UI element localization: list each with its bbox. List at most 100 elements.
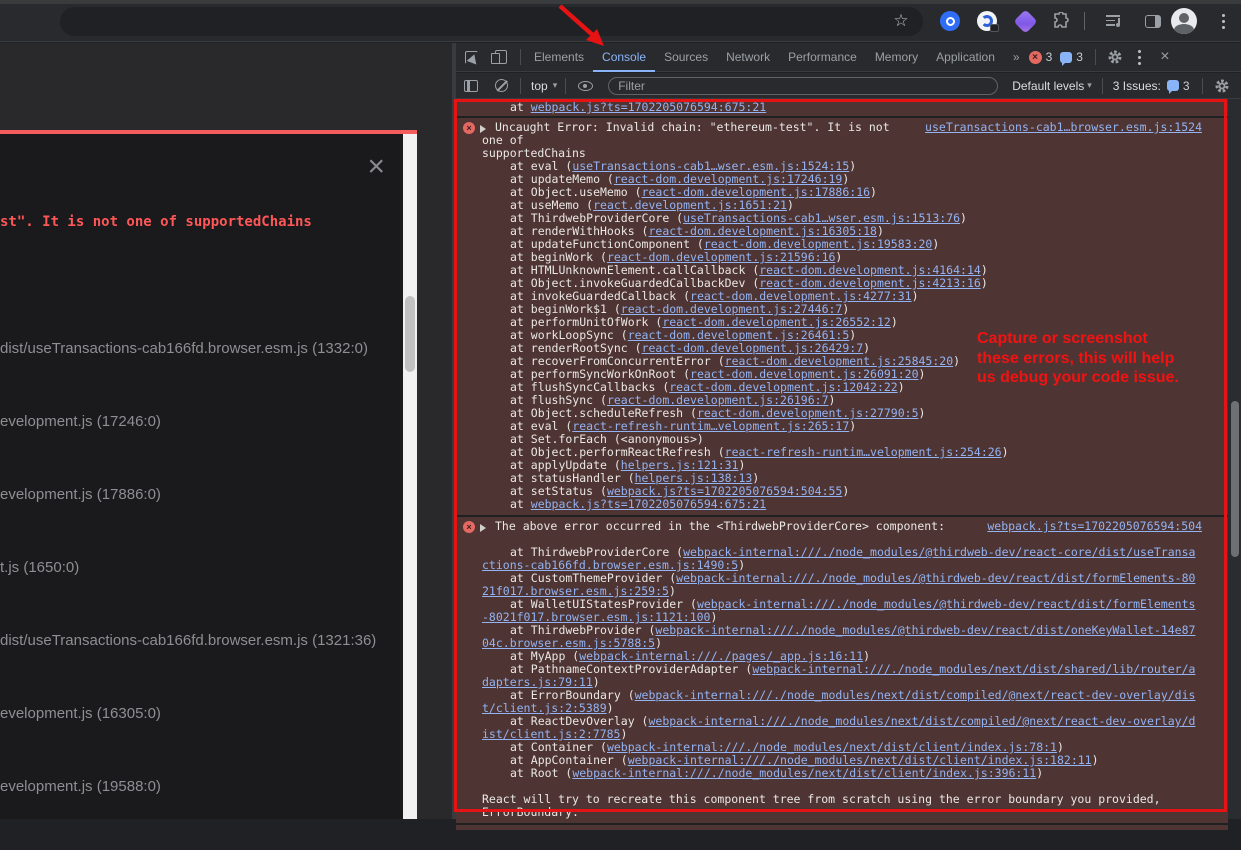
source-link[interactable]: react-dom.development.js:17246:19 [614,172,842,186]
source-link[interactable]: webpack-internal:///./node_modules/@thir… [482,571,1195,598]
chevron-down-icon: ▾ [553,80,558,91]
source-link[interactable]: react-dom.development.js:4213:16 [759,276,981,290]
source-link[interactable]: react.development.js:1651:21 [593,198,787,212]
message-count-icon[interactable] [1060,52,1072,63]
stack-frame-line: at WalletUIStatesProvider (webpack-inter… [482,598,1202,624]
source-link[interactable]: helpers.js:121:31 [621,458,739,472]
extensions-puzzle-icon[interactable] [1049,0,1073,42]
source-link[interactable]: react-dom.development.js:19583:20 [704,237,932,251]
extension-diamond-icon[interactable] [1013,0,1037,42]
source-link[interactable]: react-refresh-runtim…velopment.js:254:26 [725,445,1002,459]
tab-sources[interactable]: Sources [655,43,717,72]
settings-gear-icon[interactable] [1100,43,1130,72]
source-link[interactable]: react-dom.development.js:25845:20 [725,354,953,368]
source-link[interactable]: useTransactions-cab1…wser.esm.js:1524:15 [572,159,849,173]
source-link[interactable]: react-dom.development.js:16305:18 [648,224,876,238]
source-link[interactable]: react-dom.development.js:4164:14 [759,263,981,277]
tab-memory[interactable]: Memory [866,43,927,72]
source-link[interactable]: useTransactions-cab1…browser.esm.js:1524 [912,121,1202,134]
console-scrollbar-thumb[interactable] [1231,401,1239,557]
overlay-scrollbar-thumb[interactable] [405,296,415,372]
profile-avatar[interactable] [1171,8,1197,34]
more-tabs-icon[interactable]: » [1004,43,1029,72]
overlay-stack-file: evelopment.js (16305:0) [0,704,400,777]
media-controls-icon[interactable] [1100,0,1126,42]
stack-frame-line: at ThirdwebProvider (webpack-internal://… [482,624,1202,650]
source-link[interactable]: webpack-internal:///./node_modules/@thir… [482,545,1195,572]
source-link[interactable]: react-dom.development.js:21596:16 [607,250,835,264]
source-link[interactable]: react-dom.development.js:12042:22 [669,380,897,394]
side-panel-icon[interactable] [1140,0,1166,42]
expand-triangle-icon[interactable] [480,125,490,133]
browser-toolbar: ☆ [0,0,1241,42]
toolbar-separator [1102,78,1103,94]
extension-blue-icon[interactable] [938,0,962,42]
source-link[interactable]: webpack-internal:///./pages/_app.js:16:1… [579,649,863,663]
source-link[interactable]: react-dom.development.js:26196:7 [607,393,829,407]
overlay-stack-file: evelopment.js (17246:0) [0,412,400,485]
source-link[interactable]: webpack-internal:///./node_modules/next/… [628,753,1092,767]
issues-count[interactable]: 3 [1183,79,1190,93]
tab-network[interactable]: Network [717,43,779,72]
expand-triangle-icon[interactable] [480,524,490,532]
tabbar-separator [1095,49,1096,65]
devtools-close-icon[interactable]: × [1150,43,1180,72]
clear-console-icon[interactable] [486,71,516,100]
devtools-tabbar: Elements Console Sources Network Perform… [456,43,1241,72]
console-sidebar-toggle-icon[interactable] [456,71,486,100]
source-link[interactable]: react-dom.development.js:4277:31 [690,289,912,303]
tab-elements[interactable]: Elements [525,43,593,72]
live-expression-eye-icon[interactable] [570,71,600,100]
source-link[interactable]: react-dom.development.js:26429:7 [642,341,864,355]
source-link[interactable]: webpack.js?ts=1702205076594:675:21 [531,497,766,511]
overlay-stack-file: dist/useTransactions-cab166fd.browser.es… [0,339,400,412]
issues-label[interactable]: 3 Issues: [1113,79,1161,93]
error-count-icon[interactable]: × [1029,51,1042,64]
stack-frames: at eval (useTransactions-cab1…wser.esm.j… [482,160,1202,511]
log-levels-dropdown[interactable]: Default levels [1012,79,1084,93]
source-link[interactable]: react-refresh-runtim…velopment.js:265:17 [572,419,849,433]
source-link[interactable]: webpack-internal:///./node_modules/@thir… [482,597,1195,624]
devtools-panel: Elements Console Sources Network Perform… [456,43,1241,819]
overlay-stack-file: dist/useTransactions-cab166fd.browser.es… [0,631,400,704]
overlay-scrollbar-track[interactable] [403,134,417,819]
source-link[interactable]: webpack.js?ts=1702205076594:675:21 [531,100,766,114]
console-settings-gear-icon[interactable] [1207,71,1237,100]
devtools-menu-kebab-icon[interactable] [1130,43,1150,72]
error-count[interactable]: 3 [1046,50,1053,64]
source-link[interactable]: webpack.js?ts=1702205076594:504:55 [607,484,842,498]
filter-input[interactable] [608,77,998,95]
source-link[interactable]: react-dom.development.js:27790:5 [697,406,919,420]
context-selector[interactable]: top [531,79,548,93]
tab-performance[interactable]: Performance [779,43,866,72]
inspect-element-icon[interactable] [456,43,486,72]
source-link[interactable]: react-dom.development.js:27446:7 [621,302,843,316]
source-link[interactable]: react-dom.development.js:26461:5 [628,328,850,342]
source-link[interactable]: webpack-internal:///./node_modules/@thir… [482,623,1195,650]
console-row-partial: at webpack.js?ts=1702205076594:675:21 [456,99,1228,118]
tab-application[interactable]: Application [927,43,1004,72]
bookmark-star-icon[interactable]: ☆ [888,0,914,42]
message-count[interactable]: 3 [1076,50,1083,64]
source-link[interactable]: helpers.js:138:13 [635,471,753,485]
source-link[interactable]: webpack-internal:///./node_modules/next/… [482,714,1195,741]
source-link[interactable]: webpack-internal:///./node_modules/next/… [572,766,1036,780]
source-link[interactable]: react-dom.development.js:26091:20 [690,367,918,381]
source-link[interactable]: webpack-internal:///./node_modules/next/… [607,740,1057,754]
source-link[interactable]: useTransactions-cab1…wser.esm.js:1513:76 [683,211,960,225]
source-link[interactable]: react-dom.development.js:26552:12 [662,315,890,329]
console-scrollbar-track[interactable] [1228,99,1241,819]
omnibox[interactable] [60,7,923,36]
console-error-message-1: × useTransactions-cab1…browser.esm.js:15… [456,118,1228,517]
source-link[interactable]: webpack-internal:///./node_modules/next/… [482,662,1195,689]
extension-clock-icon[interactable] [975,0,999,42]
device-toolbar-icon[interactable] [486,43,516,72]
stack-frame-line: at ReactDevOverlay (webpack-internal:///… [482,715,1202,741]
source-link[interactable]: webpack-internal:///./node_modules/next/… [482,688,1195,715]
overlay-close-icon[interactable]: × [367,152,385,182]
browser-menu-kebab-icon[interactable] [1211,0,1235,42]
issues-icon[interactable] [1167,80,1179,91]
source-link[interactable]: react-dom.development.js:17886:16 [642,185,870,199]
source-link[interactable]: webpack.js?ts=1702205076594:504 [974,520,1202,533]
tab-console[interactable]: Console [593,43,655,72]
